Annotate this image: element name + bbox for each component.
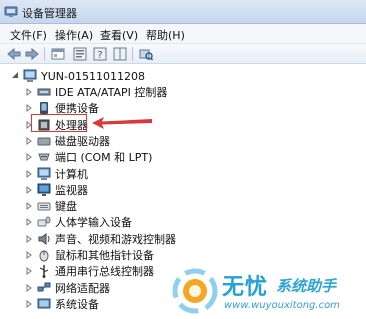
tree-root-label: YUN-01511011208 — [41, 69, 145, 83]
tree-item[interactable]: 监视器 — [24, 182, 88, 198]
scan-hardware-icon[interactable] — [138, 46, 154, 62]
expand-triangle-icon[interactable] — [24, 136, 34, 146]
properties-icon[interactable] — [72, 46, 88, 62]
toolbar: ? — [0, 44, 366, 64]
tree-item-label: 计算机 — [55, 168, 88, 181]
tree-item-label: 键盘 — [55, 200, 77, 213]
toolbar-split-icon[interactable] — [112, 46, 128, 62]
hid-icon — [37, 215, 51, 229]
expand-triangle-icon[interactable] — [24, 299, 34, 309]
brand-logo-icon — [172, 268, 218, 314]
title-bar: 设备管理器 — [0, 0, 366, 24]
expand-triangle-icon[interactable] — [24, 217, 34, 227]
toolbar-separator — [44, 47, 45, 61]
network-icon — [37, 281, 51, 295]
show-hide-console-icon[interactable] — [50, 46, 66, 62]
tree-item-label: IDE ATA/ATAPI 控制器 — [55, 86, 168, 99]
tree-item-label: 系统设备 — [55, 298, 99, 311]
portable-device-icon — [37, 101, 51, 115]
tree-root[interactable]: YUN-01511011208 — [10, 68, 145, 84]
tree-item-label: 监视器 — [55, 184, 88, 197]
usb-icon — [37, 264, 51, 278]
tree-item[interactable]: 计算机 — [24, 166, 88, 182]
window-title: 设备管理器 — [22, 7, 77, 20]
tree-item[interactable]: 系统设备 — [24, 296, 99, 312]
expand-triangle-icon[interactable] — [24, 250, 34, 260]
watermark-brand: 无忧 — [222, 275, 269, 300]
tree-item-label: 网络适配器 — [55, 282, 110, 295]
tree-item[interactable]: 端口 (COM 和 LPT) — [24, 149, 152, 165]
computer-icon — [37, 167, 51, 181]
menu-file[interactable]: 文件(F) — [10, 27, 47, 43]
tree-item[interactable]: 键盘 — [24, 198, 77, 214]
expand-triangle-icon[interactable] — [24, 169, 34, 179]
disk-drive-icon — [37, 134, 51, 148]
expand-triangle-icon[interactable] — [24, 185, 34, 195]
menu-action[interactable]: 操作(A) — [55, 27, 93, 43]
expand-triangle-icon[interactable] — [24, 266, 34, 276]
menu-help[interactable]: 帮助(H) — [146, 27, 185, 43]
tree-item-label: 磁盘驱动器 — [55, 135, 110, 148]
sound-icon — [37, 232, 51, 246]
monitor-icon — [37, 183, 51, 197]
tree-item-label: 通用串行总线控制器 — [55, 265, 154, 278]
toolbar-separator — [132, 47, 133, 61]
expand-triangle-icon[interactable] — [24, 283, 34, 293]
menu-bar: 文件(F) 操作(A) 查看(V) 帮助(H) — [0, 24, 366, 44]
keyboard-icon — [37, 199, 51, 213]
back-arrow-icon[interactable] — [6, 46, 22, 62]
tree-item[interactable]: 人体学输入设备 — [24, 214, 132, 230]
tree-item[interactable]: 鼠标和其他指针设备 — [24, 247, 154, 263]
annotation-arrow-icon — [92, 117, 152, 129]
forward-arrow-icon[interactable] — [24, 46, 40, 62]
tree-item-label: 端口 (COM 和 LPT) — [55, 151, 153, 164]
ide-controller-icon — [37, 85, 51, 99]
device-manager-icon — [4, 5, 18, 19]
tree-item[interactable]: IDE ATA/ATAPI 控制器 — [24, 84, 167, 100]
help-icon[interactable]: ? — [92, 46, 108, 62]
tree-item-label: 人体学输入设备 — [55, 216, 132, 229]
highlight-box — [31, 114, 87, 132]
tree-item[interactable]: 声音、视频和游戏控制器 — [24, 231, 176, 247]
expand-triangle-icon[interactable] — [24, 87, 34, 97]
mouse-icon — [37, 248, 51, 262]
watermark-url: www.wuyouxitong.com — [224, 300, 340, 311]
watermark-brand-subtitle: 系统助手 — [276, 277, 337, 295]
collapse-triangle-icon[interactable] — [10, 71, 20, 81]
port-icon — [37, 150, 51, 164]
computer-icon — [23, 69, 37, 83]
tree-item-label: 鼠标和其他指针设备 — [55, 249, 154, 262]
expand-triangle-icon[interactable] — [24, 103, 34, 113]
tree-item[interactable]: 磁盘驱动器 — [24, 133, 110, 149]
tree-item-label: 声音、视频和游戏控制器 — [55, 233, 176, 246]
menu-view[interactable]: 查看(V) — [100, 27, 138, 43]
system-device-icon — [37, 297, 51, 311]
expand-triangle-icon[interactable] — [24, 234, 34, 244]
expand-triangle-icon[interactable] — [24, 201, 34, 211]
watermark: 无忧 系统助手 www.wuyouxitong.com — [172, 268, 362, 316]
tree-item[interactable]: 网络适配器 — [24, 280, 110, 296]
tree-item[interactable]: 通用串行总线控制器 — [24, 263, 154, 279]
expand-triangle-icon[interactable] — [24, 152, 34, 162]
svg-text:?: ? — [97, 50, 102, 61]
